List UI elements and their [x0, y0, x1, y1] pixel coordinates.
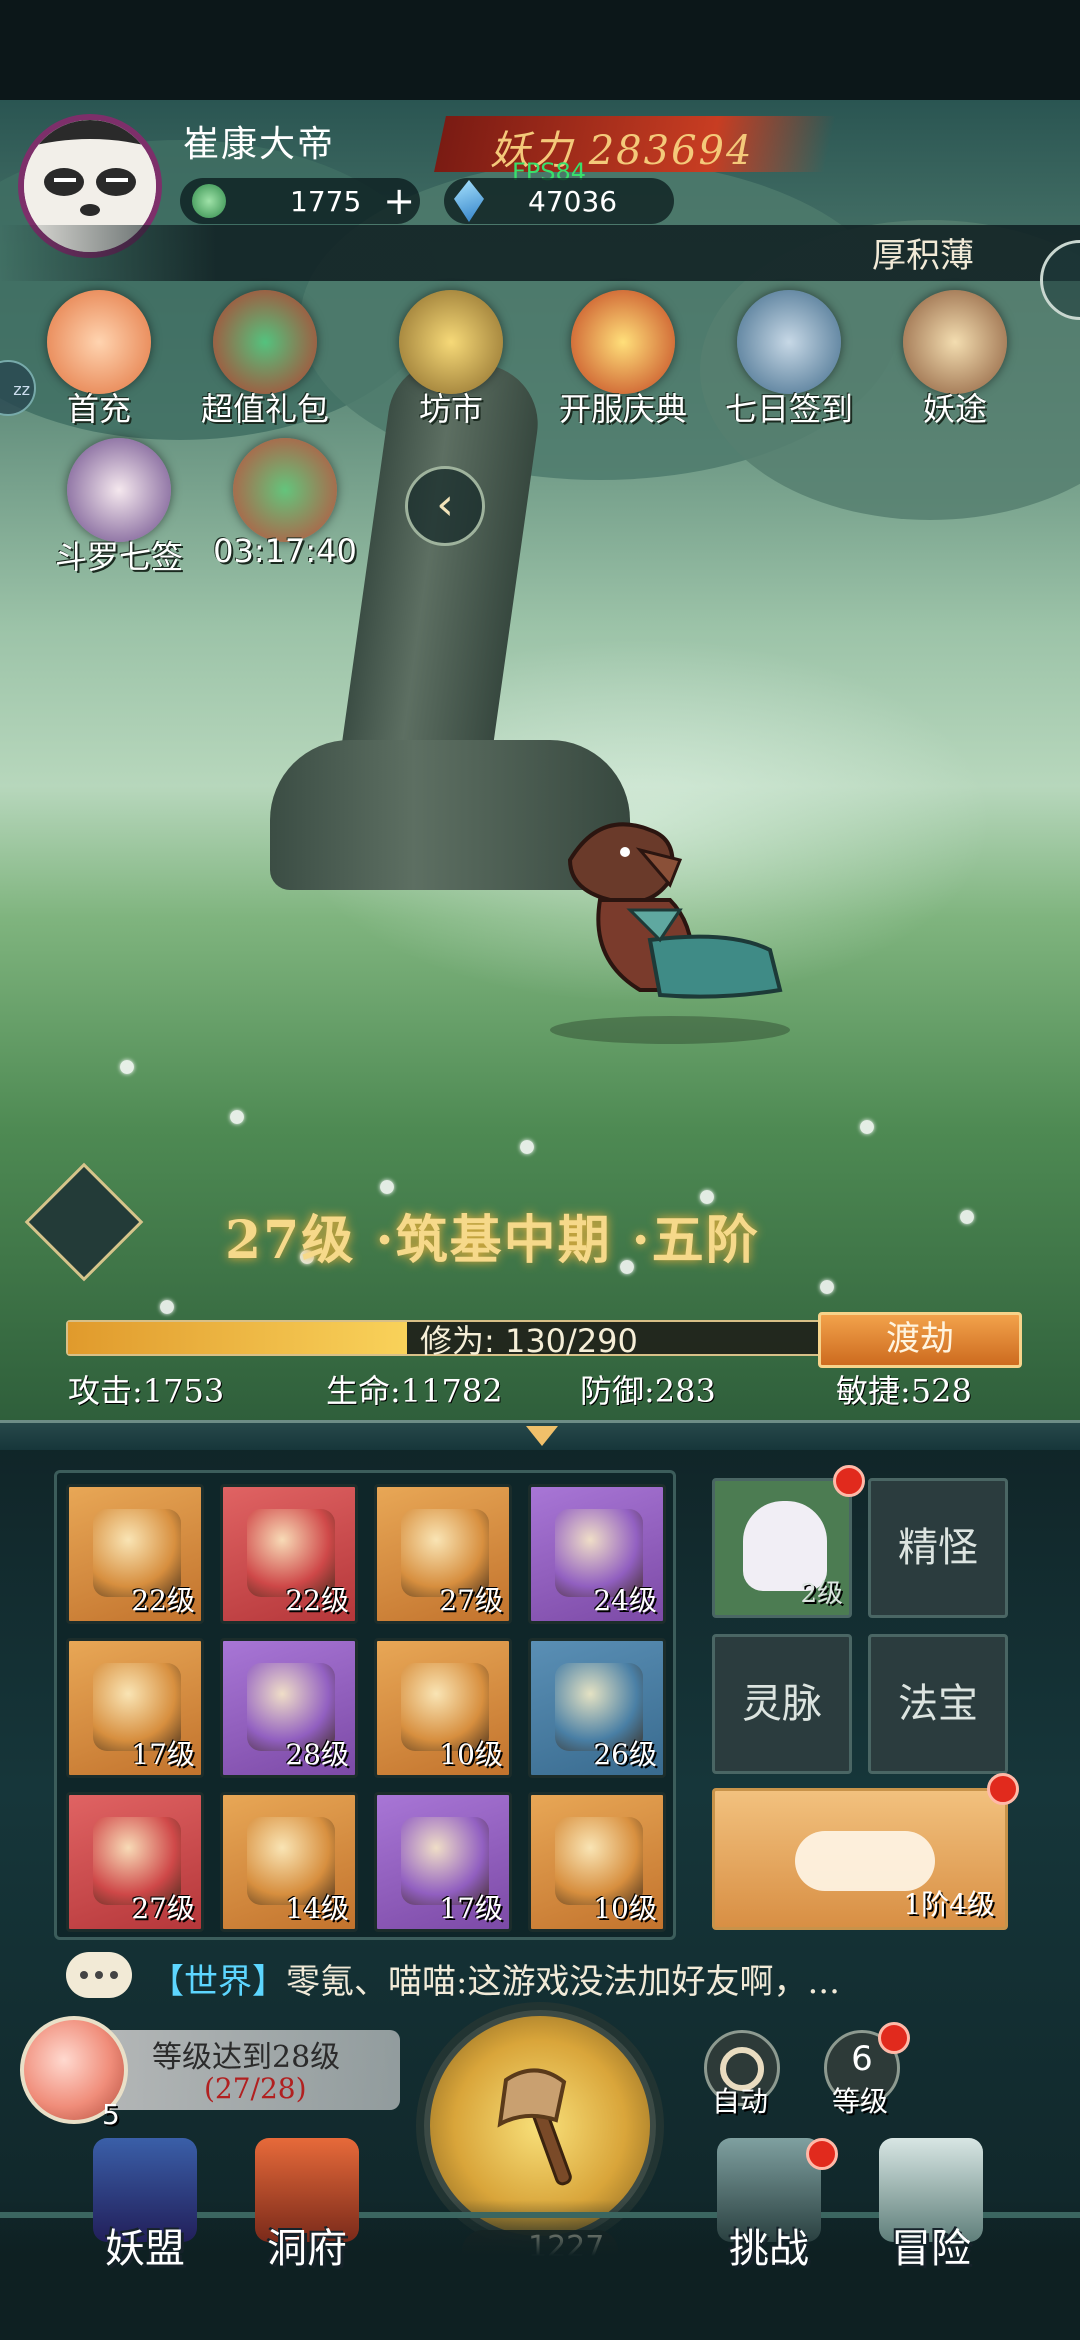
first-recharge-icon — [47, 290, 151, 394]
activity-yaotu[interactable]: 妖途 — [880, 290, 1030, 430]
equipment-level: 10级 — [439, 1738, 503, 1771]
notification-dot — [878, 2022, 910, 2054]
equipment-slot[interactable]: 14级 — [220, 1792, 358, 1932]
stat-attack: 攻击:1753 — [68, 1372, 225, 1410]
fabao-slot[interactable]: 法宝 — [868, 1634, 1008, 1774]
chat-bubble-icon[interactable] — [66, 1952, 132, 1998]
equipment-slot[interactable]: 22级 — [66, 1484, 204, 1624]
equipment-level: 27级 — [131, 1892, 195, 1925]
activity-celebration[interactable]: 开服庆典 — [548, 290, 698, 430]
equipment-slot[interactable]: 28级 — [220, 1638, 358, 1778]
peach-count: 5 — [102, 2098, 120, 2131]
equipment-slot[interactable]: 10级 — [374, 1638, 512, 1778]
equipment-slot[interactable]: 10级 — [528, 1792, 666, 1932]
axe-icon — [497, 2068, 572, 2186]
breakthrough-button[interactable]: 渡劫 — [818, 1312, 1022, 1368]
activity-checkin[interactable]: 七日签到 — [714, 290, 864, 430]
notification-dot — [833, 1465, 865, 1497]
quest-title: 等级达到28级 — [152, 2040, 341, 2075]
quest-progress: (27/28) — [204, 2072, 307, 2105]
crystal-currency[interactable]: 47036 — [444, 178, 674, 224]
level-badge: 6 — [851, 2039, 873, 2079]
lingmai-slot[interactable]: 灵脉 — [712, 1634, 852, 1774]
collapse-menu-button[interactable]: ‹ — [405, 466, 485, 546]
jade-amount: 1775 — [290, 184, 362, 218]
jade-currency[interactable]: 1775 + — [180, 178, 420, 224]
stat-agility: 敏捷:528 — [836, 1372, 972, 1410]
stat-defense: 防御:283 — [580, 1372, 716, 1410]
chat-channel: 【世界】 — [150, 1962, 286, 2002]
side-slots: 2级 精怪 灵脉 法宝 1阶4级 — [712, 1465, 1019, 1936]
panel-arrow-icon[interactable] — [526, 1426, 558, 1446]
equipment-level: 17级 — [439, 1892, 503, 1925]
equipment-level: 10级 — [593, 1892, 657, 1925]
nav-cave[interactable]: 洞府 — [232, 2138, 382, 2288]
world-chat[interactable]: 【世界】零氪、喵喵:这游戏没法加好友啊，... — [150, 1954, 840, 2003]
player-name: 崔康大帝 — [183, 124, 336, 165]
equipment-slot[interactable]: 22级 — [220, 1484, 358, 1624]
equipment-level: 26级 — [593, 1738, 657, 1771]
equipment-level: 17级 — [131, 1738, 195, 1771]
jingguai-slot[interactable]: 精怪 — [868, 1478, 1008, 1618]
pet-slot[interactable]: 2级 — [712, 1465, 865, 1618]
character-portrait-icon — [67, 438, 171, 542]
cultivation-progress-text: 修为: 130/290 — [420, 1322, 638, 1360]
equipment-level: 28级 — [285, 1738, 349, 1771]
notification-dot — [987, 1773, 1019, 1805]
stat-hp: 生命:11782 — [326, 1372, 503, 1410]
cloud-level: 1阶4级 — [903, 1888, 995, 1921]
activity-douluo[interactable]: 斗罗七签 — [44, 438, 194, 578]
status-bar — [0, 0, 1080, 100]
chat-message: 零氪、喵喵:这游戏没法加好友啊，... — [286, 1962, 840, 2002]
equipment-level: 27级 — [439, 1584, 503, 1617]
activity-first-recharge[interactable]: 首充 — [24, 290, 174, 430]
progress-fill — [68, 1322, 407, 1354]
cloud-mount-slot[interactable]: 1阶4级 — [712, 1773, 1019, 1930]
timed-bag-icon — [233, 438, 337, 542]
equipment-slot[interactable]: 17级 — [66, 1638, 204, 1778]
book-icon — [903, 290, 1007, 394]
activity-gift-bag[interactable]: 超值礼包 — [190, 290, 340, 430]
auto-label: 自动 — [712, 2085, 769, 2118]
notice-text: 厚积薄 — [872, 236, 974, 276]
seven-day-checkin-icon — [737, 290, 841, 394]
jade-coin-icon — [192, 184, 226, 218]
cultivation-level: 27级 ·筑基中期 ·五阶 — [225, 1210, 760, 1271]
nav-alliance[interactable]: 妖盟 — [70, 2138, 220, 2288]
crystal-amount: 47036 — [528, 184, 618, 218]
activity-timed-bag[interactable]: 03:17:40 — [210, 438, 360, 570]
equipment-level: 14级 — [285, 1892, 349, 1925]
nav-adventure[interactable]: 冒险 — [856, 2138, 1006, 2288]
level-label: 等级 — [832, 2085, 889, 2118]
celebration-giftbox-icon — [571, 290, 675, 394]
crystal-icon — [454, 180, 484, 222]
equipment-level: 24级 — [593, 1584, 657, 1617]
notification-dot — [806, 2138, 838, 2170]
equipment-slot[interactable]: 24级 — [528, 1484, 666, 1624]
equipment-level: 22级 — [131, 1584, 195, 1617]
equipment-slot[interactable]: 27级 — [66, 1792, 204, 1932]
equipment-slot[interactable]: 27级 — [374, 1484, 512, 1624]
cloud-icon — [795, 1831, 935, 1891]
add-jade-button[interactable]: + — [383, 179, 415, 223]
boar-character[interactable] — [530, 790, 810, 1050]
market-coin-icon — [399, 290, 503, 394]
nav-challenge[interactable]: 挑战 — [694, 2138, 844, 2288]
equipment-level: 22级 — [285, 1584, 349, 1617]
gift-bag-icon — [213, 290, 317, 394]
activity-market[interactable]: 坊市 — [376, 290, 526, 430]
equipment-slot[interactable]: 17级 — [374, 1792, 512, 1932]
equipment-slot[interactable]: 26级 — [528, 1638, 666, 1778]
